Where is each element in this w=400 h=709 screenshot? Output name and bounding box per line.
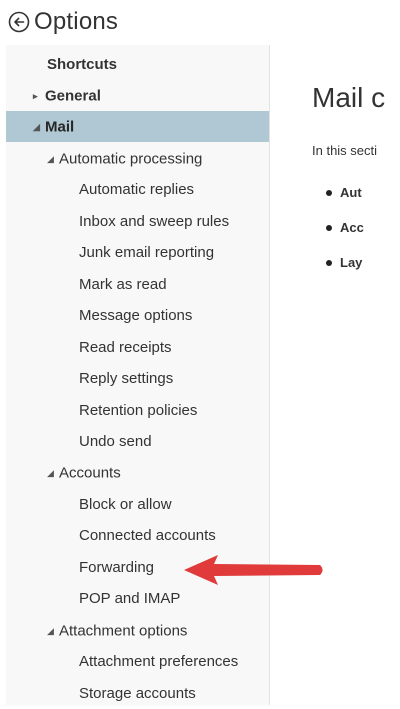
sidebar-item-undo-send[interactable]: Undo send [6,426,269,457]
annotation-arrow-icon [184,555,323,585]
sidebar-item-mark-as-read[interactable]: Mark as read [6,269,269,300]
sidebar-item-label: Retention policies [79,402,198,419]
caret-expanded-icon: ◢ [47,467,54,478]
sidebar-item-retention-policies[interactable]: Retention policies [6,395,269,426]
sidebar-item-storage-accounts[interactable]: Storage accounts [6,678,269,709]
main-content: Mail c In this secti Aut Acc Lay [270,45,400,705]
sidebar-item-connected-accounts[interactable]: Connected accounts [6,520,269,551]
sidebar-group-accounts[interactable]: ◢ Accounts [6,457,269,488]
page-header: Options [8,6,118,38]
sidebar-item-label: Shortcuts [47,56,118,73]
sidebar-item-label: POP and IMAP [79,590,181,607]
caret-right-icon: ▸ [33,90,38,101]
sidebar-item-label: Junk email reporting [79,244,215,261]
sidebar-item-label: Reply settings [79,370,174,387]
sidebar-group-label: Accounts [59,464,121,482]
page-title: Options [34,8,119,35]
sidebar-item-mail[interactable]: ◢ Mail [6,111,269,142]
sidebar-group-label: Automatic processing [59,150,203,168]
sidebar-item-label: Storage accounts [79,685,196,702]
caret-expanded-icon: ◢ [33,121,40,132]
sidebar-item-attachment-preferences[interactable]: Attachment preferences [6,646,269,677]
section-intro: In this secti [312,143,378,158]
sidebar-item-label: Connected accounts [79,527,216,544]
sidebar-item-label: Message options [79,307,193,324]
sidebar-item-block-or-allow[interactable]: Block or allow [6,489,269,520]
sidebar-group-attachment-options[interactable]: ◢ Attachment options [6,615,269,646]
sidebar-item-label: Attachment preferences [79,653,239,670]
sidebar-item-label: Block or allow [79,496,172,513]
section-link-2[interactable]: Acc [326,220,364,235]
sidebar-group-automatic-processing[interactable]: ◢ Automatic processing [6,143,269,174]
section-title: Mail c [312,81,386,113]
sidebar-item-inbox-sweep-rules[interactable]: Inbox and sweep rules [6,206,269,237]
sidebar-item-label: Forwarding [79,559,155,576]
caret-expanded-icon: ◢ [47,153,54,164]
sidebar-group-label: Attachment options [59,622,188,640]
sidebar-item-label: Read receipts [79,339,172,356]
sidebar-item-shortcuts[interactable]: Shortcuts [6,49,269,80]
sidebar-item-message-options[interactable]: Message options [6,300,269,331]
sidebar-item-label: Inbox and sweep rules [79,213,230,230]
sidebar-item-label: Undo send [79,433,152,450]
section-link-1[interactable]: Aut [326,185,362,200]
sidebar-item-label: Mark as read [79,276,167,293]
sidebar-item-general[interactable]: ▸ General [6,80,269,111]
sidebar-item-automatic-replies[interactable]: Automatic replies [6,174,269,205]
back-arrow-icon[interactable] [8,11,30,33]
sidebar-item-reply-settings[interactable]: Reply settings [6,363,269,394]
sidebar-item-label: General [45,87,101,105]
sidebar-item-read-receipts[interactable]: Read receipts [6,332,269,363]
sidebar-item-label: Automatic replies [79,181,195,198]
caret-expanded-icon: ◢ [47,625,54,636]
section-link-3[interactable]: Lay [325,255,362,270]
options-sidebar: Shortcuts ▸ General ◢ Mail ◢ Automatic proc… [6,45,270,705]
sidebar-item-label: Mail [45,118,75,136]
sidebar-item-junk-email-reporting[interactable]: Junk email reporting [6,237,269,268]
